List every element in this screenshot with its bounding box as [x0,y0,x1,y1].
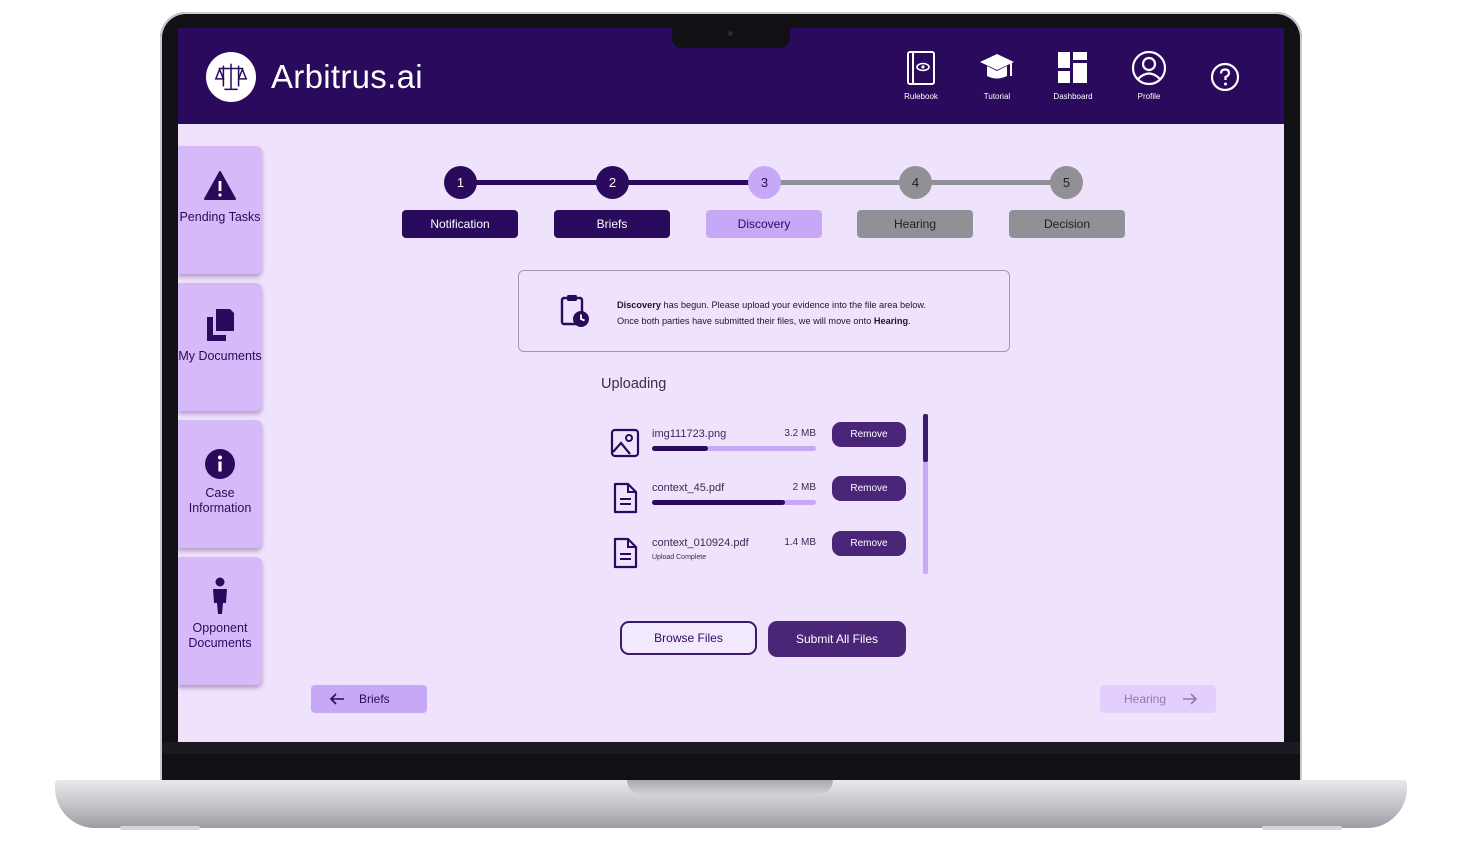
next-hearing-button[interactable]: Hearing [1100,685,1216,713]
file-size: 2 MB [792,482,816,493]
sidebar-item-opponent-documents[interactable]: Opponent Documents [178,557,262,685]
notice-emphasis: Discovery [617,300,661,310]
file-size: 3.2 MB [784,428,816,439]
notice-text: Discovery has begun. Please upload your … [617,297,926,329]
discovery-notice: Discovery has begun. Please upload your … [518,270,1010,352]
step-connector [916,180,1068,185]
app-screen: Arbitrus.ai Rulebook Tutorial Dashboard … [178,28,1284,742]
step-decision-tab[interactable]: Decision [1009,210,1125,238]
graduation-cap-icon [980,54,1014,79]
profile-icon [1131,50,1167,86]
upload-row: context_45.pdf 2 MB Remove [610,476,910,528]
nav-label: Dashboard [1053,92,1093,101]
browse-files-button[interactable]: Browse Files [620,621,757,655]
laptop-foot [1262,826,1342,830]
laptop-hinge-notch [627,780,833,794]
upload-progress-bar [652,500,816,505]
notice-end: . [908,316,911,326]
upload-progress-bar [652,446,816,451]
nav-rulebook[interactable]: Rulebook [886,50,956,101]
warning-icon [204,171,236,200]
step-discovery-tab[interactable]: Discovery [706,210,822,238]
upload-list-scrollbar[interactable] [923,414,928,574]
upload-progress-fill [652,500,785,505]
file-name: context_010924.pdf [652,537,749,549]
arrow-left-icon [329,693,344,705]
nav-label: Tutorial [983,92,1011,101]
notice-line-2: Once both parties have submitted their f… [617,316,874,326]
step-hearing-tab[interactable]: Hearing [857,210,973,238]
clipboard-clock-icon [560,295,589,327]
camera-notch [672,28,790,48]
sidebar-item-pending-tasks[interactable]: Pending Tasks [178,146,262,274]
submit-all-files-button[interactable]: Submit All Files [768,621,906,657]
remove-file-button[interactable]: Remove [832,531,906,556]
document-file-icon [613,537,638,569]
step-briefs-tab[interactable]: Briefs [554,210,670,238]
file-name: context_45.pdf [652,482,725,494]
step-3-marker: 3 [748,166,781,199]
laptop-bezel [162,742,1300,754]
sidebar-label: Case Information [188,486,252,515]
nav-label: Rulebook [904,92,938,101]
next-label: Hearing [1124,692,1167,706]
notice-line-1: has begun. Please upload your evidence i… [660,300,927,310]
step-connector [460,180,612,185]
upload-row: img111723.png 3.2 MB Remove [610,422,910,474]
upload-status: Upload Complete [652,554,707,561]
camera-icon [728,31,733,36]
upload-progress-fill [652,446,708,451]
arrow-right-icon [1183,693,1198,705]
person-icon [213,577,227,614]
dashboard-icon [1058,52,1087,83]
nav-profile[interactable]: Profile [1114,50,1184,101]
sidebar-item-my-documents[interactable]: My Documents [178,283,262,411]
document-file-icon [613,482,638,514]
remove-file-button[interactable]: Remove [832,476,906,501]
logo [206,52,256,102]
documents-icon [207,309,234,341]
scales-of-justice-icon [214,63,248,91]
uploading-heading: Uploading [601,376,667,392]
file-name: img111723.png [652,428,727,440]
sidebar-label: Opponent Documents [188,621,252,650]
help-icon[interactable] [1210,62,1240,92]
info-icon [205,449,235,479]
brand-name: Arbitrus.ai [271,58,423,95]
step-2-marker: 2 [596,166,629,199]
image-file-icon [610,428,640,458]
scrollbar-thumb[interactable] [923,414,928,462]
notice-emphasis: Hearing [873,316,909,326]
remove-file-button[interactable]: Remove [832,422,906,447]
back-label: Briefs [359,692,390,706]
nav-dashboard[interactable]: Dashboard [1038,50,1108,101]
step-notification-tab[interactable]: Notification [402,210,518,238]
step-connector [764,180,916,185]
laptop-foot [120,826,200,830]
step-1-marker: 1 [444,166,477,199]
sidebar-label: Pending Tasks [179,210,261,224]
step-connector [612,180,764,185]
file-size: 1.4 MB [784,537,816,548]
sidebar-item-case-information[interactable]: Case Information [178,420,262,548]
step-4-marker: 4 [899,166,932,199]
step-5-marker: 5 [1050,166,1083,199]
nav-label: Profile [1137,92,1161,101]
upload-row: context_010924.pdf 1.4 MB Upload Complet… [610,531,910,583]
sidebar-label: My Documents [178,349,262,363]
rulebook-icon [907,51,935,85]
back-to-briefs-button[interactable]: Briefs [311,685,427,713]
nav-tutorial[interactable]: Tutorial [962,50,1032,101]
